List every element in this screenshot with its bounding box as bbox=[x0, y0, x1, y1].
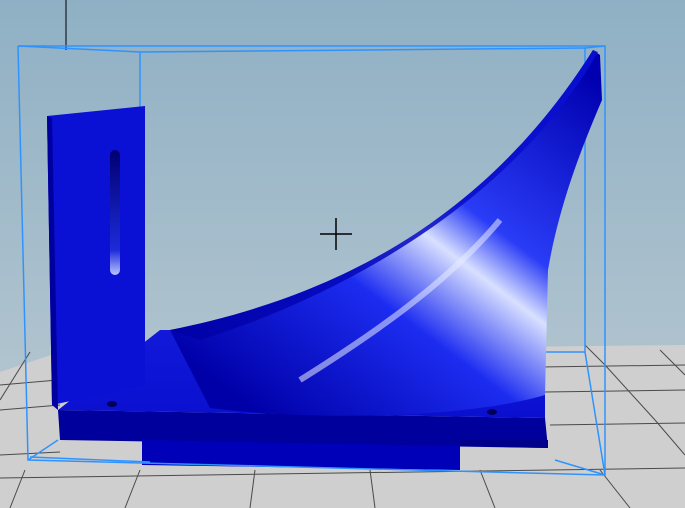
screw-hole-right bbox=[487, 409, 497, 415]
bracket-slot bbox=[110, 150, 120, 275]
3d-viewport[interactable] bbox=[0, 0, 685, 508]
vertical-bracket-face bbox=[47, 106, 145, 405]
screw-hole-left bbox=[107, 401, 117, 407]
viewport-scene[interactable] bbox=[0, 0, 685, 508]
